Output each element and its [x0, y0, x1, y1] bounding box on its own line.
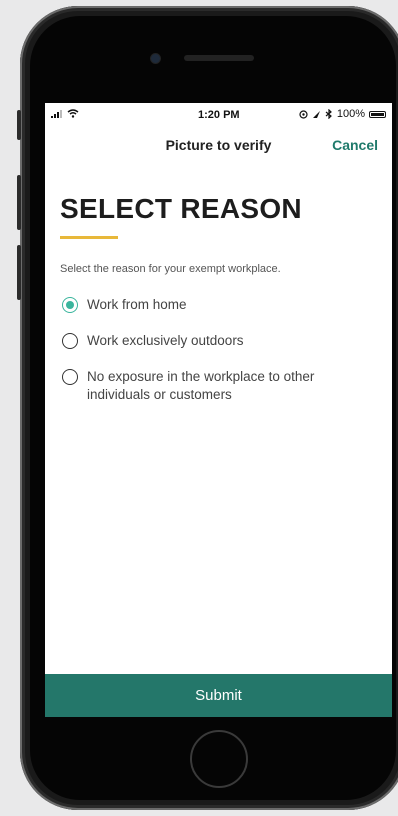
radio-selected-icon[interactable]: [62, 297, 78, 313]
battery-percent: 100%: [336, 108, 365, 120]
section-heading: SELECT REASON: [60, 193, 302, 224]
signal-icon: [51, 109, 62, 118]
battery-icon: [369, 110, 386, 118]
status-right: 100%: [299, 108, 386, 120]
reason-option-work-outdoors[interactable]: Work exclusively outdoors: [62, 332, 380, 350]
earpiece-speaker: [184, 55, 254, 61]
location-icon: [299, 109, 308, 119]
radio-unselected-icon[interactable]: [62, 333, 78, 349]
reason-label: Work from home: [87, 297, 187, 312]
status-time: 1:20 PM: [198, 109, 240, 121]
reason-option-no-exposure[interactable]: No exposure in the workplace to other in…: [62, 368, 380, 404]
instructions-text: Select the reason for your exempt workpl…: [60, 263, 281, 275]
front-camera: [151, 54, 160, 63]
reason-label: No exposure in the workplace to other in…: [87, 369, 315, 402]
cancel-button[interactable]: Cancel: [332, 137, 378, 153]
status-bar: 1:20 PM 100%: [45, 103, 392, 127]
nav-bar: Picture to verify Cancel: [45, 129, 392, 159]
home-button[interactable]: [190, 730, 248, 788]
alarm-icon: [312, 110, 320, 118]
mute-switch: [17, 110, 21, 140]
reason-options: Work from home Work exclusively outdoors…: [62, 296, 380, 422]
reason-label: Work exclusively outdoors: [87, 333, 244, 348]
volume-up-button: [17, 175, 21, 230]
reason-option-work-from-home[interactable]: Work from home: [62, 296, 380, 314]
device-stage: 1:20 PM 100% Picture to verify Cancel SE…: [0, 0, 398, 816]
bluetooth-icon: [325, 109, 332, 119]
radio-unselected-icon[interactable]: [62, 369, 78, 385]
submit-button[interactable]: Submit: [45, 674, 392, 717]
status-left: [51, 109, 79, 118]
app-screen: 1:20 PM 100% Picture to verify Cancel SE…: [45, 103, 392, 717]
heading-underline: [60, 236, 118, 239]
volume-down-button: [17, 245, 21, 300]
wifi-icon: [67, 109, 79, 118]
